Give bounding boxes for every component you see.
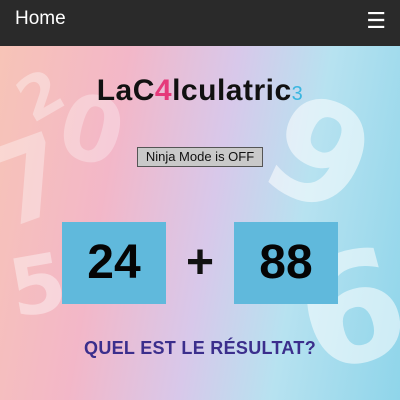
title-part: lculatric	[172, 74, 292, 107]
ninja-mode-toggle-button[interactable]: Ninja Mode is OFF	[137, 147, 263, 167]
app-logo-title: LaC4lculatric3	[0, 74, 400, 108]
hamburger-menu-icon[interactable]: ☰	[366, 10, 386, 32]
title-part: 3	[291, 83, 304, 105]
question-prompt: QUEL EST LE RÉSULTAT?	[84, 338, 316, 358]
title-part: LaC	[96, 74, 155, 107]
left-operand: 24	[62, 222, 166, 304]
right-operand: 88	[234, 222, 338, 304]
top-nav-bar: Home ☰	[0, 0, 400, 46]
title-part: 4	[154, 74, 173, 107]
operator-symbol: +	[185, 236, 215, 289]
home-link[interactable]: Home	[15, 8, 66, 30]
